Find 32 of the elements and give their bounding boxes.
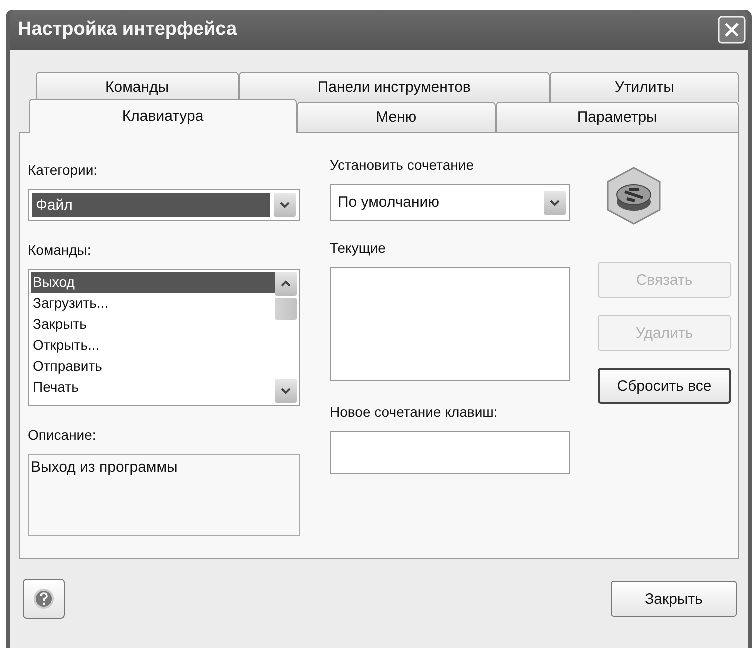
list-item[interactable]: Загрузить...: [31, 293, 275, 314]
shortcut-set-label: Установить сочетание: [330, 156, 475, 174]
keyboard-icon: [605, 166, 663, 226]
tab[interactable]: Команды: [36, 72, 239, 102]
scroll-thumb[interactable]: [275, 298, 297, 320]
close-icon[interactable]: [718, 16, 746, 44]
list-item[interactable]: Выход: [31, 272, 275, 293]
new-shortcut-field[interactable]: [330, 431, 570, 474]
list-item[interactable]: Закрыть: [31, 314, 275, 335]
categories-label: Категории:: [28, 161, 99, 179]
action-button[interactable]: Сбросить все: [598, 368, 731, 404]
tab[interactable]: Клавиатура: [29, 99, 298, 133]
list-item[interactable]: Отправить: [31, 356, 275, 377]
commands-label: Команды:: [28, 241, 92, 259]
help-icon[interactable]: [33, 588, 55, 610]
help-button[interactable]: [23, 579, 65, 619]
tab[interactable]: Параметры: [496, 102, 739, 133]
shortcut-set-dropdown[interactable]: По умолчанию: [330, 184, 570, 221]
scroll-down-icon[interactable]: [281, 387, 291, 395]
list-item[interactable]: Открыть...: [31, 335, 275, 356]
window-title: Настройка интерфейса: [18, 19, 238, 41]
description-box: Выход из программы: [28, 454, 300, 536]
close-button[interactable]: Закрыть: [611, 581, 737, 617]
categories-dropdown[interactable]: Файл: [28, 189, 300, 221]
list-item[interactable]: Печать: [31, 377, 275, 398]
scroll-up-icon[interactable]: [281, 280, 291, 288]
tab[interactable]: Панели инструментов: [238, 72, 550, 102]
current-label: Текущие: [330, 239, 387, 257]
tab[interactable]: Меню: [297, 102, 496, 133]
tab[interactable]: Утилиты: [550, 72, 739, 102]
new-shortcut-label: Новое сочетание клавиш:: [330, 403, 499, 421]
description-label: Описание:: [28, 426, 98, 444]
